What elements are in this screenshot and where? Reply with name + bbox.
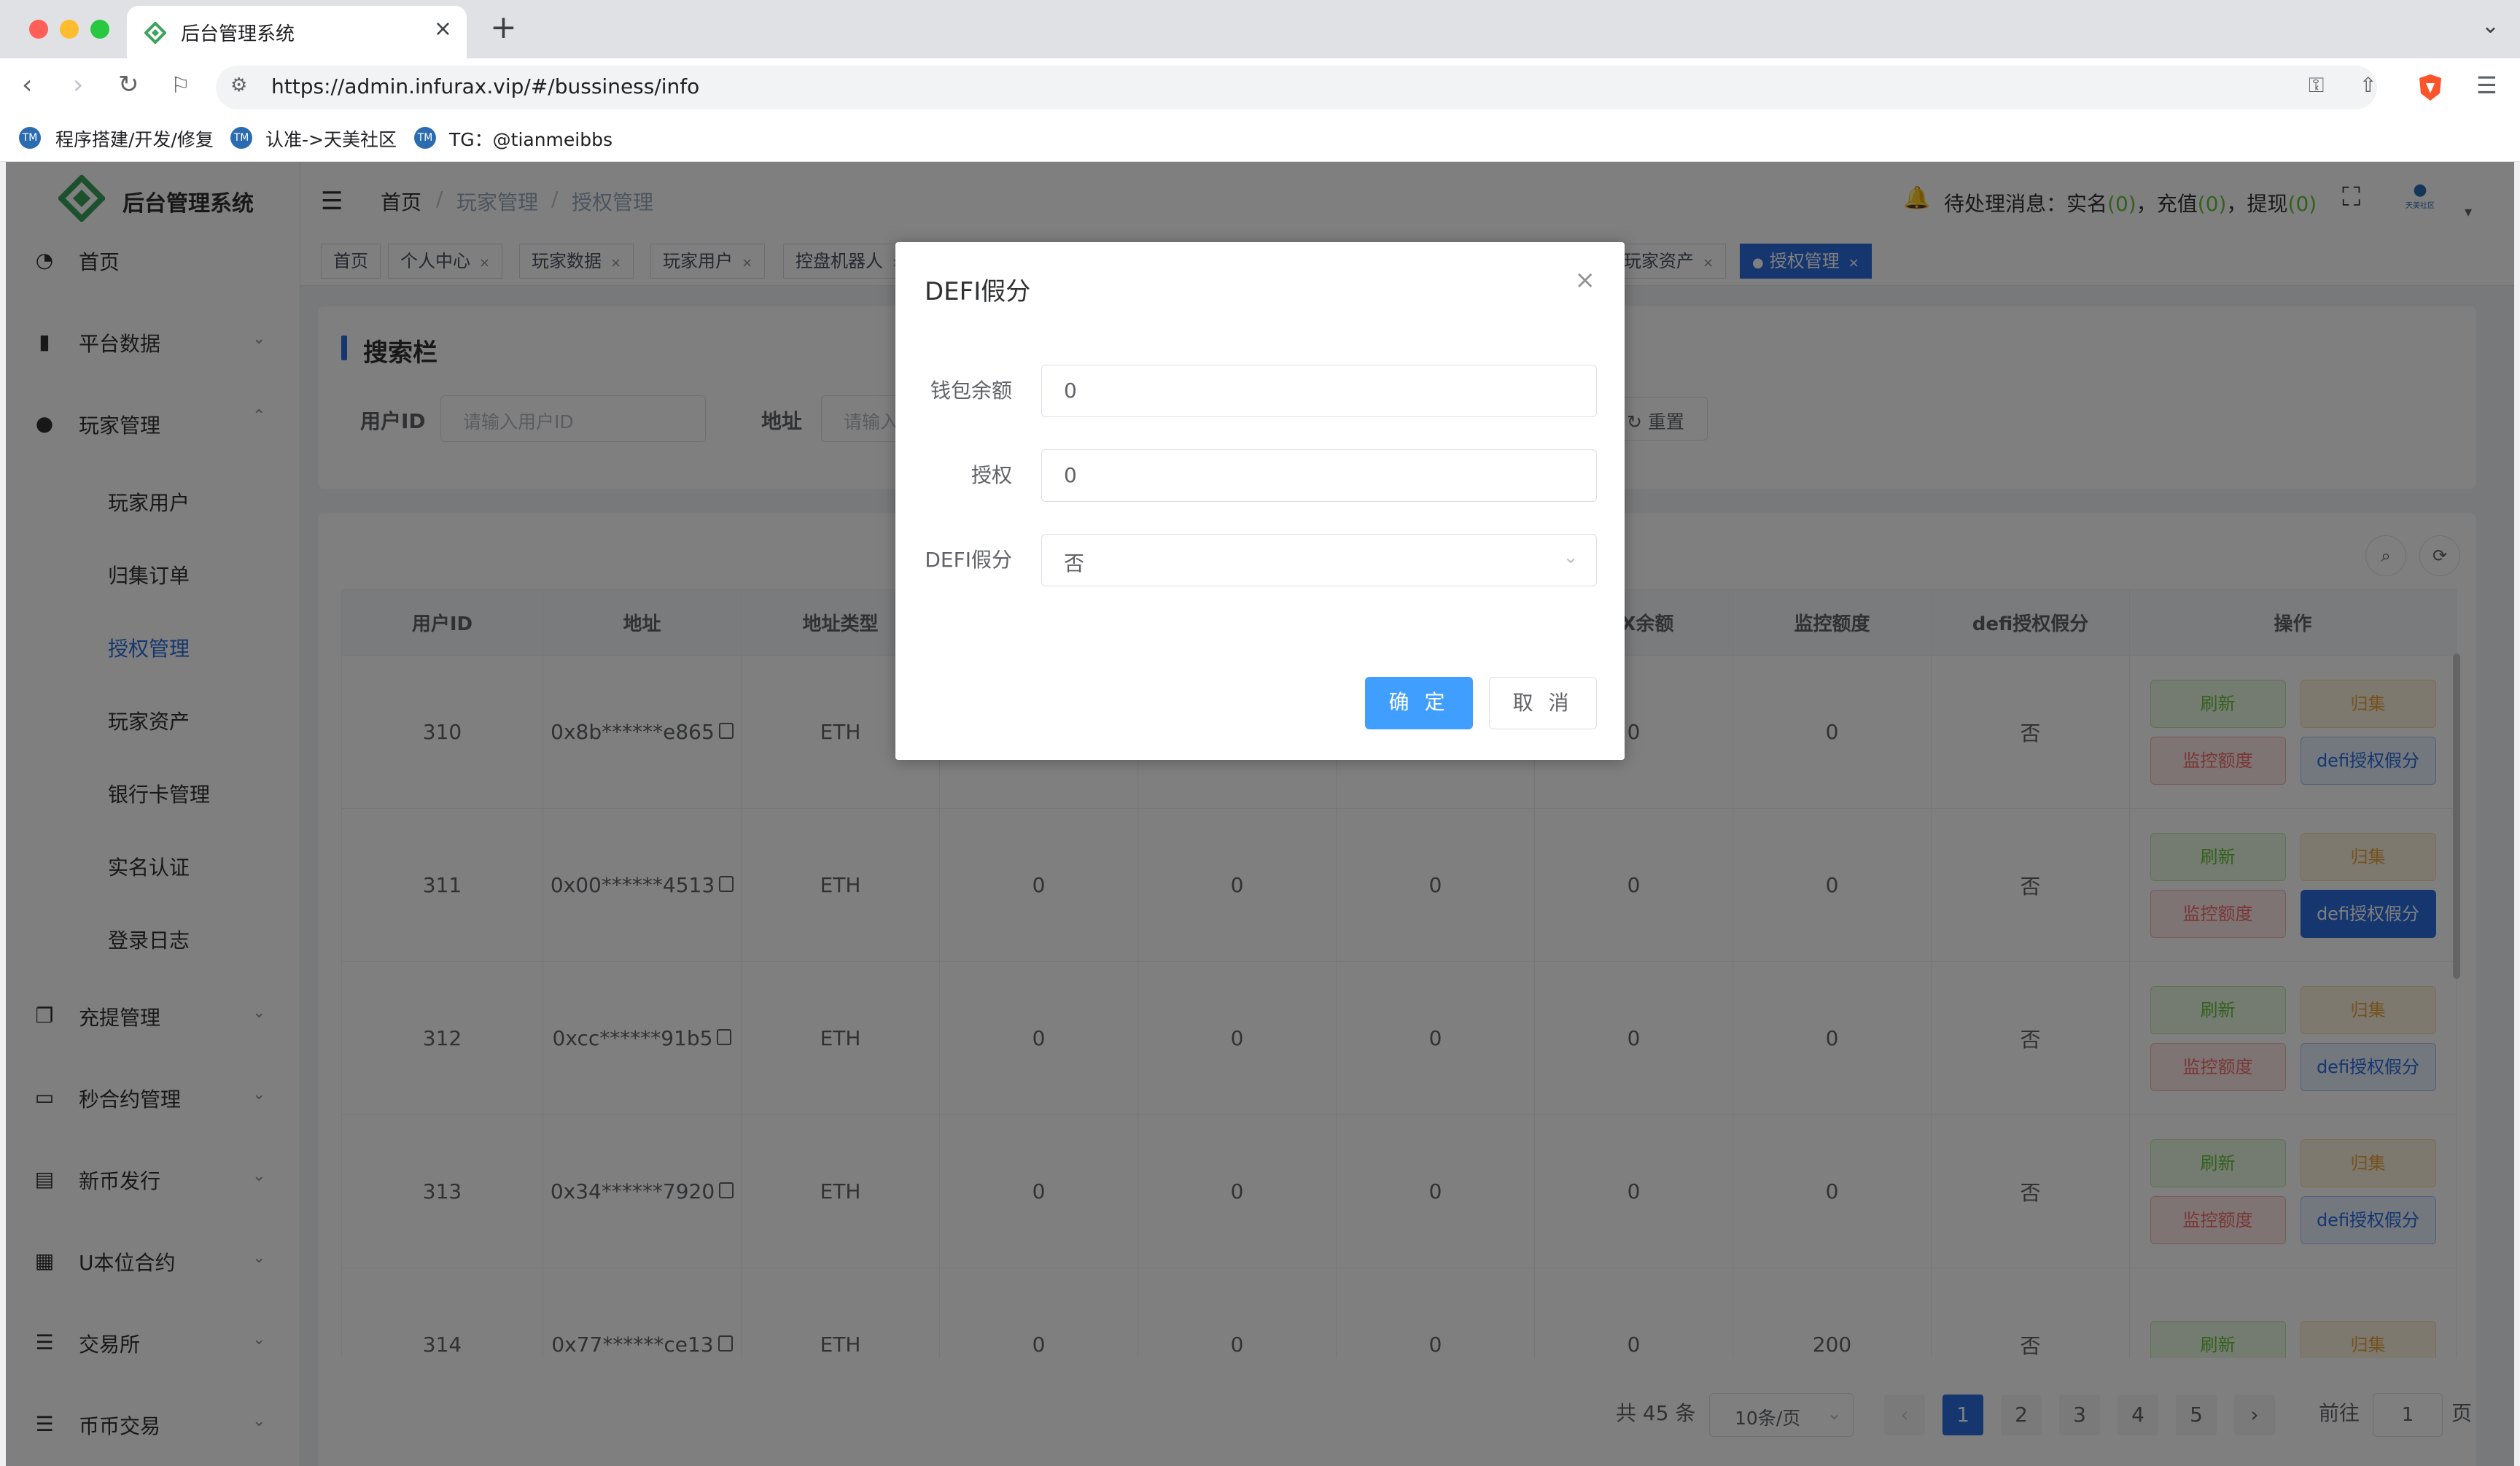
url-text: https://admin.infurax.vip/#/bussiness/in… bbox=[271, 74, 700, 98]
minimize-window-button[interactable] bbox=[60, 20, 79, 39]
tab-title: 后台管理系统 bbox=[181, 23, 295, 45]
wallet-balance-label: 钱包余额 bbox=[930, 379, 1012, 403]
authorization-label: 授权 bbox=[971, 463, 1012, 487]
key-icon[interactable]: ⚿ bbox=[2309, 73, 2324, 98]
bookmark-favicon-icon: TM bbox=[19, 127, 41, 149]
bookmark-favicon-icon: TM bbox=[414, 127, 436, 149]
forward-icon[interactable]: › bbox=[73, 70, 83, 100]
bookmark-item[interactable]: 认准->天美社区 bbox=[265, 125, 397, 152]
defi-fake-label: DEFI假分 bbox=[925, 548, 1012, 572]
menu-icon[interactable]: ☰ bbox=[2476, 71, 2497, 99]
wallet-balance-input[interactable]: 0 bbox=[1041, 365, 1597, 417]
back-icon[interactable]: ‹ bbox=[22, 70, 32, 100]
confirm-button[interactable]: 确 定 bbox=[1365, 677, 1473, 729]
cancel-button[interactable]: 取 消 bbox=[1489, 677, 1597, 729]
browser-tab[interactable]: 后台管理系统 × bbox=[127, 6, 467, 58]
bookmark-item[interactable]: 程序搭建/开发/修复 bbox=[55, 125, 214, 152]
bookmark-item[interactable]: TG：@tianmeibbs bbox=[449, 125, 612, 152]
close-window-button[interactable] bbox=[29, 20, 48, 39]
tab-list-chevron-icon[interactable]: ⌄ bbox=[2481, 13, 2500, 39]
chevron-down-icon: ⌄ bbox=[1563, 546, 1579, 568]
dialog-title: DEFI假分 bbox=[925, 277, 1031, 306]
reload-icon[interactable]: ↻ bbox=[118, 70, 139, 99]
bookmark-favicon-icon: TM bbox=[230, 127, 252, 149]
share-icon[interactable]: ⇧ bbox=[2360, 73, 2376, 97]
defi-dialog: DEFI假分 × 钱包余额 0 授权 0 DEFI假分 否 ⌄ 确 定 取 消 bbox=[895, 242, 1625, 760]
brave-shield-icon[interactable] bbox=[2416, 73, 2444, 102]
bookmark-icon[interactable]: ⚐ bbox=[171, 73, 190, 98]
new-tab-icon[interactable]: + bbox=[490, 9, 517, 46]
close-icon[interactable]: × bbox=[1575, 265, 1596, 295]
site-logo-icon bbox=[144, 22, 166, 44]
maximize-window-button[interactable] bbox=[90, 20, 109, 39]
tab-close-icon[interactable]: × bbox=[434, 16, 452, 42]
authorization-input[interactable]: 0 bbox=[1041, 449, 1597, 502]
defi-fake-select[interactable]: 否 ⌄ bbox=[1041, 534, 1597, 586]
site-settings-icon[interactable]: ⚙ bbox=[230, 74, 247, 96]
